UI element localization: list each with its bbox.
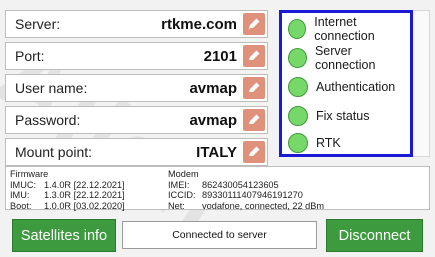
status-fix: Fix status: [288, 105, 370, 127]
pencil-icon: [249, 146, 260, 156]
firmware-value: 1.3.0R [22.12.2021]: [44, 190, 125, 200]
modem-row: Net: vodafone, connected, 22 dBm: [168, 201, 324, 212]
port-label: Port:: [15, 48, 45, 64]
status-internet-label: Internet connection: [314, 15, 375, 43]
port-field[interactable]: Port: 2101: [5, 42, 268, 70]
modem-row: IMEI: 862430054123605: [168, 180, 324, 191]
password-field[interactable]: Password: avmap: [5, 106, 268, 134]
edit-username-button[interactable]: [243, 77, 265, 99]
firmware-row: Boot: 1.0.0R [03.02.2020]: [10, 201, 125, 212]
connection-status-panel: Internet connection Server connection Au…: [279, 10, 413, 157]
status-rtk: RTK: [288, 132, 341, 154]
firmware-row: IMU: 1.3.0R [22.12.2021]: [10, 190, 125, 201]
status-fix-label: Fix status: [316, 109, 370, 123]
edit-server-button[interactable]: [243, 13, 265, 35]
side-panel: [413, 10, 430, 157]
satellites-info-button[interactable]: Satellites info: [12, 219, 116, 252]
status-internet: Internet connection: [288, 15, 410, 43]
led-icon: [288, 133, 308, 153]
led-icon: [288, 48, 307, 68]
status-auth-label: Authentication: [316, 80, 396, 94]
status-server-label: Server connection: [314, 44, 376, 72]
modem-value: vodafone, connected, 22 dBm: [202, 200, 325, 211]
device-info-box: Firmware IMUC: 1.4.0R [22.12.2021] IMU: …: [5, 166, 430, 211]
led-icon: [288, 19, 307, 39]
firmware-value: 1.4.0R [22.12.2021]: [44, 179, 125, 190]
modem-row: ICCID: 8933011140794619127​0: [168, 190, 324, 201]
port-value: 2101: [203, 47, 237, 65]
status-auth: Authentication: [288, 76, 395, 98]
firmware-section: Firmware IMUC: 1.4.0R [22.12.2021] IMU: …: [10, 169, 125, 211]
modem-key: Net:: [168, 200, 185, 211]
status-rtk-label: RTK: [316, 136, 341, 150]
pencil-icon: [249, 82, 260, 92]
firmware-key: Boot:: [10, 200, 32, 211]
firmware-row: IMUC: 1.4.0R [22.12.2021]: [10, 180, 125, 191]
led-icon: [288, 106, 308, 126]
modem-key: ICCID:: [168, 190, 196, 200]
edit-mountpoint-button[interactable]: [243, 141, 265, 163]
firmware-key: IMUC:: [10, 179, 37, 190]
edit-password-button[interactable]: [243, 109, 265, 131]
led-icon: [288, 77, 308, 97]
firmware-value: 1.0.0R [03.02.2020]: [44, 200, 125, 211]
mountpoint-value: ITALY: [196, 143, 237, 161]
connection-status-message: Connected to server: [122, 221, 317, 249]
edit-port-button[interactable]: [243, 45, 265, 67]
firmware-title: Firmware: [10, 169, 49, 179]
pencil-icon: [249, 114, 260, 124]
password-label: Password:: [15, 112, 81, 128]
server-field[interactable]: Server: rtkme.com: [5, 10, 268, 38]
username-label: User name:: [15, 80, 88, 96]
modem-key: IMEI:: [168, 179, 190, 190]
server-value: rtkme.com: [161, 15, 237, 33]
modem-value: 8933011140794619127​0: [202, 190, 303, 200]
password-value: avmap: [189, 111, 237, 129]
disconnect-button[interactable]: Disconnect: [326, 219, 423, 252]
username-field[interactable]: User name: avmap: [5, 74, 268, 102]
mountpoint-label: Mount point:: [15, 144, 93, 160]
status-server: Server connection: [288, 44, 410, 72]
modem-title: Modem: [168, 169, 199, 179]
modem-value: 862430054123605: [202, 179, 279, 190]
mountpoint-field[interactable]: Mount point: ITALY: [5, 138, 268, 166]
pencil-icon: [249, 50, 260, 60]
username-value: avmap: [189, 79, 237, 97]
server-label: Server:: [15, 16, 61, 32]
firmware-key: IMU:: [10, 190, 30, 200]
modem-section: Modem IMEI: 862430054123605 ICCID: 89330…: [168, 169, 324, 211]
pencil-icon: [248, 18, 260, 30]
